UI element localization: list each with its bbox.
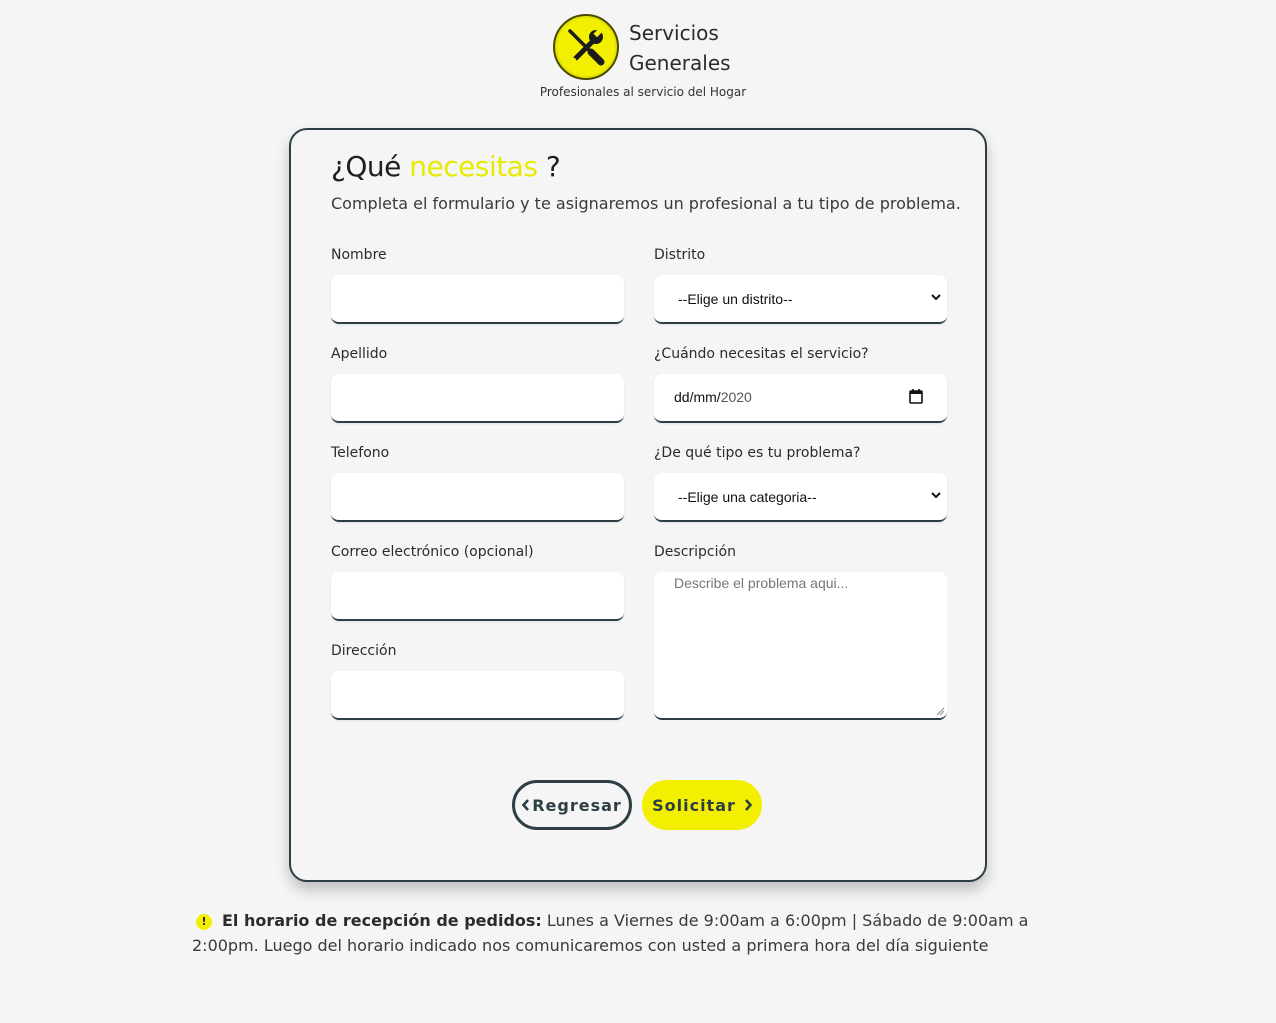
brand-line-1: Servicios — [629, 21, 719, 45]
fecha-label: ¿Cuándo necesitas el servicio? — [654, 346, 869, 362]
distrito-label: Distrito — [654, 247, 706, 263]
correo-label: Correo electrónico (opcional) — [331, 544, 534, 560]
form-title: ¿Qué necesitas ? — [331, 150, 561, 183]
correo-input[interactable] — [331, 572, 624, 621]
form-subtitle: Completa el formulario y te asignaremos … — [331, 194, 961, 213]
chevron-down-icon — [931, 492, 941, 499]
resize-grip-icon[interactable] — [936, 707, 945, 716]
chevron-left-icon — [522, 799, 530, 811]
direccion-label: Dirección — [331, 643, 397, 659]
title-prefix: ¿Qué — [331, 150, 401, 183]
descripcion-label: Descripción — [654, 544, 736, 560]
submit-button-label: Solicitar — [652, 795, 736, 815]
calendar-icon[interactable] — [909, 389, 923, 404]
warning-icon: ! — [196, 914, 212, 930]
distrito-selected-value: --Elige un distrito-- — [678, 291, 793, 307]
notice-heading: El horario de recepción de pedidos: — [222, 911, 542, 930]
title-highlight: necesitas — [409, 150, 538, 183]
categoria-label: ¿De qué tipo es tu problema? — [654, 445, 861, 461]
categoria-selected-value: --Elige una categoria-- — [678, 489, 817, 505]
title-suffix: ? — [545, 150, 561, 183]
descripcion-placeholder: Describe el problema aqui... — [674, 575, 849, 591]
submit-button[interactable]: Solicitar — [642, 780, 762, 830]
fecha-day-month: dd/mm/ — [674, 389, 721, 405]
nombre-input[interactable] — [331, 275, 624, 324]
chevron-right-icon — [744, 799, 752, 811]
chevron-down-icon — [931, 294, 941, 301]
fecha-value: dd/mm/2020 — [674, 389, 752, 405]
telefono-input[interactable] — [331, 473, 624, 522]
direccion-input[interactable] — [331, 671, 624, 720]
descripcion-textarea[interactable]: Describe el problema aqui... — [654, 572, 947, 720]
fecha-input[interactable]: dd/mm/2020 — [654, 374, 947, 423]
telefono-label: Telefono — [331, 445, 390, 461]
site-header: Servicios Generales Profesionales al ser… — [0, 0, 1276, 110]
distrito-select[interactable]: --Elige un distrito-- — [654, 275, 947, 324]
tagline: Profesionales al servicio del Hogar — [539, 85, 747, 99]
tools-icon[interactable] — [553, 14, 619, 80]
apellido-label: Apellido — [331, 346, 388, 362]
nombre-label: Nombre — [331, 247, 387, 263]
brand-name[interactable]: Servicios Generales — [629, 18, 769, 78]
fecha-year: 2020 — [720, 389, 752, 405]
back-button[interactable]: Regresar — [512, 780, 632, 830]
categoria-select[interactable]: --Elige una categoria-- — [654, 473, 947, 522]
request-form-card: ¿Qué necesitas ? Completa el formulario … — [289, 128, 987, 882]
schedule-notice: ! El horario de recepción de pedidos: Lun… — [192, 908, 1092, 958]
apellido-input[interactable] — [331, 374, 624, 423]
back-button-label: Regresar — [532, 795, 622, 815]
brand-line-2: Generales — [629, 51, 731, 75]
